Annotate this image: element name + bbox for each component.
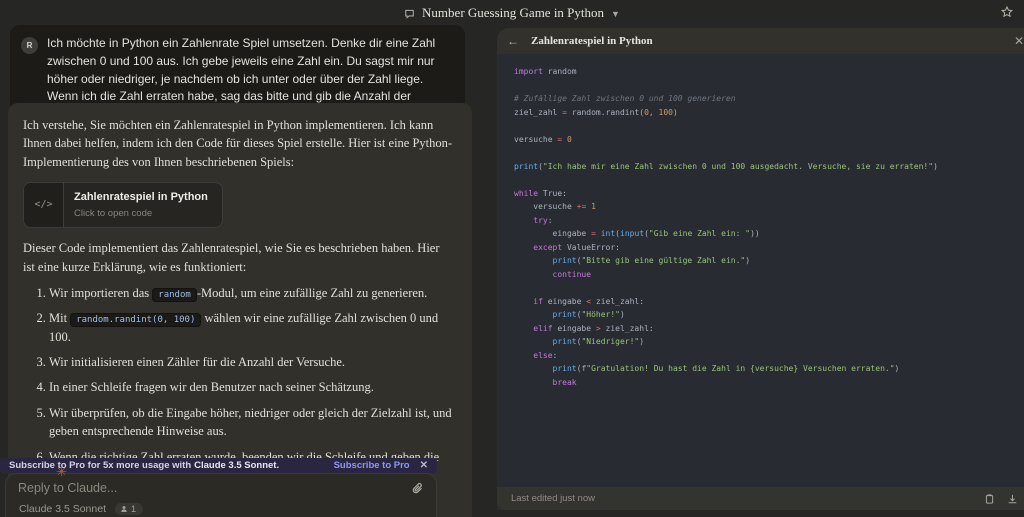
panel-close-icon[interactable]: ✕ xyxy=(1014,34,1024,48)
assistant-intro: Ich verstehe, Sie möchten ein Zahlenrate… xyxy=(23,118,453,169)
code-block[interactable]: import random # Zufällige Zahl zwischen … xyxy=(497,54,1024,487)
top-header: Number Guessing Game in Python ▼ xyxy=(0,0,1024,26)
inline-code: random.randint(0, 100) xyxy=(70,313,202,328)
banner-text: Subscribe to Pro for 5x more usage with xyxy=(9,460,192,471)
inline-code: random xyxy=(152,287,197,302)
code-line: except ValueError: xyxy=(533,242,620,252)
list-item: In einer Schleife fragen wir den Benutze… xyxy=(49,378,454,396)
code-line: while True: xyxy=(514,188,567,198)
attachment-icon[interactable] xyxy=(411,482,424,500)
model-selector[interactable]: Claude 3.5 Sonnet xyxy=(19,503,106,515)
banner-close-icon[interactable]: ✕ xyxy=(420,460,428,471)
reply-input[interactable] xyxy=(18,481,388,495)
code-line: print("Ich habe mir eine Zahl zwischen 0… xyxy=(514,161,938,171)
banner-text-bold: Claude 3.5 Sonnet. xyxy=(194,460,280,471)
last-edited-status: Last edited just now xyxy=(511,493,595,504)
list-item: Mit random.randint(0, 100) wählen wir ei… xyxy=(49,309,454,346)
person-icon xyxy=(121,506,127,512)
collaborators-badge[interactable]: 1 xyxy=(114,503,143,515)
chat-icon xyxy=(404,8,415,19)
artifact-card-title: Zahlenratespiel in Python xyxy=(74,191,208,204)
code-line: else: xyxy=(533,350,558,360)
avatar: R xyxy=(21,37,38,54)
list-item: Wir initialisieren einen Zähler für die … xyxy=(49,353,454,371)
page-title: Number Guessing Game in Python xyxy=(422,5,605,20)
code-line: print("Bitte gib eine gültige Zahl ein."… xyxy=(552,256,751,265)
artifact-panel-title: Zahlenratespiel in Python xyxy=(531,35,653,47)
code-line: print(f"Gratulation! Du hast die Zahl in… xyxy=(552,364,900,373)
code-line: print("Niedriger!") xyxy=(552,337,645,346)
code-line: versuche = 0 xyxy=(514,134,572,144)
artifact-card-subtitle: Click to open code xyxy=(74,208,153,220)
code-line: try: xyxy=(533,215,553,225)
subscribe-link[interactable]: Subscribe to Pro xyxy=(334,460,410,471)
download-icon[interactable] xyxy=(1007,493,1018,505)
list-item: Wir importieren das random-Modul, um ein… xyxy=(49,284,454,302)
code-icon: </> xyxy=(24,183,64,228)
code-line: import random xyxy=(514,67,577,76)
composer: Claude 3.5 Sonnet 1 xyxy=(5,473,437,517)
code-line: print("Höher!") xyxy=(552,310,625,319)
copy-code-icon[interactable] xyxy=(984,493,995,505)
code-line: elif eingabe > ziel_zahl: xyxy=(533,323,654,333)
claude-spark-icon: ✳ xyxy=(56,464,67,479)
artifact-panel-footer: Last edited just now xyxy=(497,487,1024,510)
code-line: versuche += 1 xyxy=(514,202,596,211)
code-line: continue xyxy=(552,269,592,279)
artifact-card[interactable]: </> Zahlenratespiel in Python Click to o… xyxy=(23,182,223,229)
back-arrow-icon[interactable]: ← xyxy=(507,34,519,48)
conversation-title-button[interactable]: Number Guessing Game in Python ▼ xyxy=(404,5,620,21)
code-line: break xyxy=(552,377,577,387)
artifact-panel: ← Zahlenratespiel in Python ✕ import ran… xyxy=(497,28,1024,510)
code-line: if eingabe < ziel_zahl: xyxy=(533,296,645,306)
code-line: # Zufällige Zahl zwischen 0 und 100 gene… xyxy=(514,94,736,103)
assistant-message: Ich verstehe, Sie möchten ein Zahlenrate… xyxy=(8,103,472,517)
chevron-down-icon: ▼ xyxy=(611,9,620,19)
explanation-list: Wir importieren das random-Modul, um ein… xyxy=(23,284,454,484)
code-line: ziel_zahl = random.randint(0, 100) xyxy=(514,107,678,117)
code-line: eingabe = int(input("Gib eine Zahl ein: … xyxy=(514,229,760,238)
assistant-explain-intro: Dieser Code implementiert das Zahlenrate… xyxy=(23,241,440,274)
list-item: Wir überprüfen, ob die Eingabe höher, ni… xyxy=(49,404,454,441)
star-icon[interactable] xyxy=(1000,5,1014,24)
artifact-panel-header: ← Zahlenratespiel in Python ✕ xyxy=(497,28,1024,54)
